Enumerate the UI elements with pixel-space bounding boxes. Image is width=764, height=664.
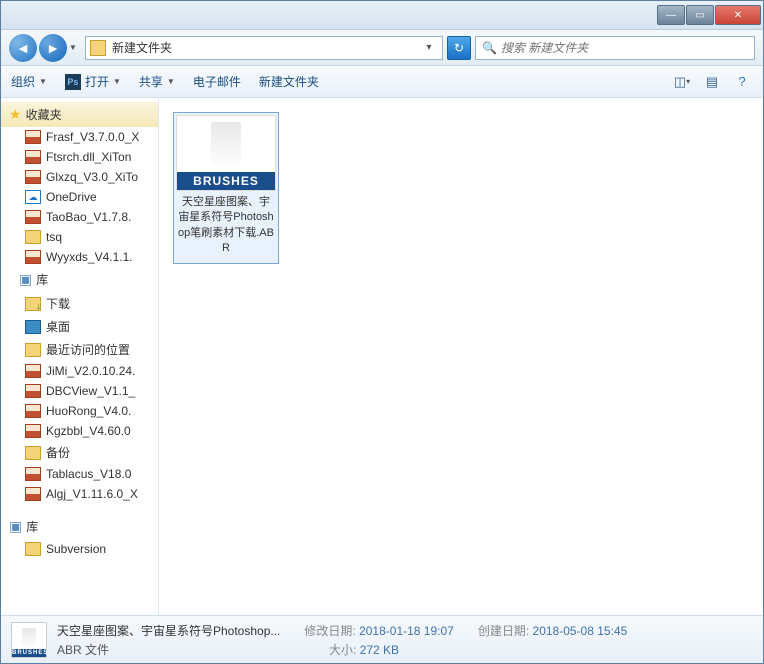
libraries-group-2[interactable]: ▣库 [1,514,158,539]
details-thumbnail: BRUSHES [11,622,47,658]
sidebar-item[interactable]: 桌面 [1,315,158,338]
refresh-button[interactable]: ↻ [447,36,471,60]
sidebar-item[interactable]: tsq [1,227,158,247]
sidebar: ★收藏夹 Frasf_V3.7.0.0_XFtsrch.dll_XiTonGlx… [1,98,159,615]
sidebar-item[interactable]: 下载 [1,292,158,315]
sidebar-item[interactable]: 备份 [1,441,158,464]
rar-icon [25,384,41,398]
content-area[interactable]: BRUSHES 天空星座图案、宇宙星系符号Photoshop笔刷素材下载.ABR [159,98,763,615]
details-size: 272 KB [360,643,399,657]
back-button[interactable]: ◄ [9,34,37,62]
brush-icon [211,122,241,170]
rar-icon [25,150,41,164]
file-thumbnail: BRUSHES [176,115,276,191]
file-item-selected[interactable]: BRUSHES 天空星座图案、宇宙星系符号Photoshop笔刷素材下载.ABR [173,112,279,264]
email-button[interactable]: 电子邮件 [193,73,241,90]
sidebar-item[interactable]: Kgzbbl_V4.60.0 [1,421,158,441]
rar-icon [25,130,41,144]
sidebar-item[interactable]: JiMi_V2.0.10.24. [1,361,158,381]
search-icon: 🔍 [482,41,497,55]
nav-arrows: ◄ ► ▼ [9,34,81,62]
maximize-button[interactable]: ▭ [686,5,714,25]
od-icon: ☁ [25,190,41,204]
sidebar-item[interactable]: 最近访问的位置 [1,338,158,361]
fld-icon [25,446,41,460]
details-modified: 2018-01-18 19:07 [359,624,454,638]
details-filetype: ABR 文件 [57,641,305,658]
window-titlebar: — ▭ ✕ [1,1,763,30]
newfolder-button[interactable]: 新建文件夹 [259,73,319,90]
share-menu[interactable]: 共享▼ [139,73,175,90]
rar-icon [25,250,41,264]
sidebar-item[interactable]: TaoBao_V1.7.8. [1,207,158,227]
library-icon: ▣ [19,271,32,288]
star-icon: ★ [9,106,22,123]
file-name: 天空星座图案、宇宙星系符号Photoshop笔刷素材下载.ABR [176,191,276,261]
navigation-bar: ◄ ► ▼ 新建文件夹 ▾ ↻ 🔍 [1,30,763,66]
loc-icon [25,343,41,357]
toolbar: 组织▼ Ps打开▼ 共享▼ 电子邮件 新建文件夹 ◫▾ ▤ ? [1,66,763,98]
open-menu[interactable]: Ps打开▼ [65,73,121,90]
rar-icon [25,364,41,378]
sidebar-item[interactable]: Ftsrch.dll_XiTon [1,147,158,167]
sidebar-item[interactable]: Glxzq_V3.0_XiTo [1,167,158,187]
rar-icon [25,467,41,481]
sidebar-item[interactable]: ☁OneDrive [1,187,158,207]
fld-icon [25,230,41,244]
address-dropdown[interactable]: ▾ [420,38,438,58]
sidebar-item[interactable]: DBCView_V1.1_ [1,381,158,401]
sidebar-item[interactable]: Frasf_V3.7.0.0_X [1,127,158,147]
minimize-button[interactable]: — [657,5,685,25]
search-bar[interactable]: 🔍 [475,36,755,60]
library-icon: ▣ [9,518,22,535]
photoshop-icon: Ps [65,74,81,90]
sidebar-item[interactable]: Subversion [1,539,158,559]
organize-menu[interactable]: 组织▼ [11,73,47,90]
rar-icon [25,210,41,224]
folder-icon [25,542,41,556]
view-options-button[interactable]: ◫▾ [671,71,693,93]
address-bar[interactable]: 新建文件夹 ▾ [85,36,443,60]
close-button[interactable]: ✕ [715,5,761,25]
forward-button[interactable]: ► [39,34,67,62]
sidebar-item[interactable]: Algj_V1.11.6.0_X [1,484,158,504]
sidebar-item[interactable]: Wyyxds_V4.1.1. [1,247,158,267]
brush-label: BRUSHES [177,172,275,190]
details-created: 2018-05-08 15:45 [533,624,628,638]
address-text: 新建文件夹 [112,39,420,56]
rar-icon [25,424,41,438]
rar-icon [25,170,41,184]
favorites-group[interactable]: ★收藏夹 [1,102,158,127]
dl-icon [25,297,41,311]
details-filename: 天空星座图案、宇宙星系符号Photoshop... [57,622,280,639]
help-button[interactable]: ? [731,71,753,93]
sidebar-item[interactable]: Tablacus_V18.0 [1,464,158,484]
rar-icon [25,404,41,418]
details-pane: BRUSHES 天空星座图案、宇宙星系符号Photoshop... 修改日期: … [1,615,763,663]
history-dropdown[interactable]: ▼ [69,43,81,52]
desk-icon [25,320,41,334]
rar-icon [25,487,41,501]
folder-icon [90,40,106,56]
libraries-group[interactable]: ▣库 [1,267,158,292]
sidebar-item[interactable]: HuoRong_V4.0. [1,401,158,421]
search-input[interactable] [501,41,748,55]
main-area: ★收藏夹 Frasf_V3.7.0.0_XFtsrch.dll_XiTonGlx… [1,98,763,615]
preview-pane-button[interactable]: ▤ [701,71,723,93]
